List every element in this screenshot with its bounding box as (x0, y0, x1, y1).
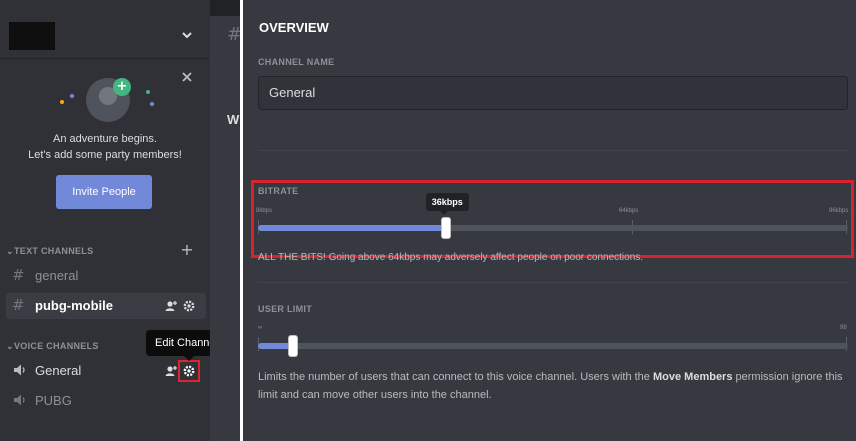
channel-label: PUBG (35, 393, 72, 408)
sparkle-icon (146, 90, 150, 94)
invite-prompt: + An adventure begins. Let's add some pa… (0, 60, 210, 230)
plus-icon[interactable]: + (180, 242, 194, 258)
section-divider (258, 150, 848, 151)
channel-label: General (35, 363, 82, 378)
user-limit-label: USER LIMIT (258, 304, 312, 314)
user-limit-min-label: ∞ (258, 325, 263, 331)
channel-label: general (35, 268, 79, 283)
user-limit-slider-thumb[interactable] (288, 335, 299, 357)
permission-name: Move Members (652, 371, 733, 383)
add-user-icon[interactable] (164, 299, 178, 313)
sparkle-icon (150, 102, 154, 106)
chat-area-partial: # W (210, 16, 242, 441)
server-header[interactable] (0, 18, 210, 59)
bitrate-value: 36kbps (431, 197, 463, 207)
user-limit-max-label: 99 (840, 325, 847, 331)
bitrate-slider-track[interactable] (258, 225, 848, 231)
bitrate-max-label: 96kbps (829, 208, 849, 214)
bitrate-label: BITRATE (258, 186, 299, 196)
channel-name-input[interactable]: General (258, 76, 848, 110)
gear-icon[interactable] (182, 299, 196, 313)
sparkle-icon (70, 94, 74, 98)
hash-icon: # (12, 266, 25, 284)
chevron-down-icon: ⌄ (6, 341, 14, 351)
add-user-icon[interactable] (164, 364, 178, 378)
plus-badge-icon: + (113, 78, 131, 96)
user-limit-slider-track[interactable] (258, 343, 848, 349)
invite-subheading: Let's add some party members! (28, 149, 182, 161)
server-name-redacted (9, 22, 55, 50)
channel-sidebar: + An adventure begins. Let's add some pa… (0, 0, 227, 441)
chevron-down-icon: ⌄ (6, 246, 14, 256)
bitrate-value-tooltip: 36kbps (425, 193, 469, 215)
channel-general-voice[interactable]: General (6, 358, 206, 384)
speaker-icon (14, 364, 25, 376)
bitrate-mid-label: 64kbps (619, 208, 639, 214)
channel-pubg-voice[interactable]: PUBG (6, 388, 206, 414)
invite-heading: An adventure begins. (53, 133, 157, 145)
speaker-icon (14, 394, 25, 406)
category-label: VOICE CHANNELS (14, 341, 99, 351)
category-voice-channels[interactable]: ⌄VOICE CHANNELS (6, 340, 99, 352)
tooltip-label: Edit Channel (155, 337, 218, 349)
chevron-down-icon[interactable] (180, 28, 194, 42)
channel-label: pubg-mobile (35, 298, 113, 313)
bitrate-warning: ALL THE BITS! Going above 64kbps may adv… (258, 252, 644, 263)
hash-icon: # (12, 296, 25, 314)
bitrate-highlight (251, 180, 854, 258)
bitrate-min-label: 8kbps (256, 208, 273, 214)
description-text: Limits the number of users that can conn… (258, 371, 653, 383)
channel-general-text[interactable]: # general (6, 263, 206, 289)
chat-heading-partial: W (227, 112, 240, 127)
category-label: TEXT CHANNELS (14, 246, 94, 256)
gear-icon[interactable] (182, 364, 196, 378)
user-limit-description: Limits the number of users that can conn… (258, 368, 848, 404)
invite-people-button[interactable]: Invite People (56, 175, 152, 209)
page-title: OVERVIEW (259, 20, 329, 35)
section-divider (258, 282, 848, 283)
sparkle-icon (60, 100, 64, 104)
channel-name-label: CHANNEL NAME (258, 57, 335, 67)
category-text-channels[interactable]: ⌄TEXT CHANNELS (6, 245, 93, 257)
channel-settings-panel: OVERVIEW CHANNEL NAME General BITRATE 8k… (243, 0, 856, 441)
close-icon[interactable] (180, 70, 194, 84)
channel-pubg-mobile[interactable]: # pubg-mobile (6, 293, 206, 319)
bitrate-slider-thumb[interactable] (440, 217, 451, 239)
bitrate-slider-fill (258, 225, 446, 231)
